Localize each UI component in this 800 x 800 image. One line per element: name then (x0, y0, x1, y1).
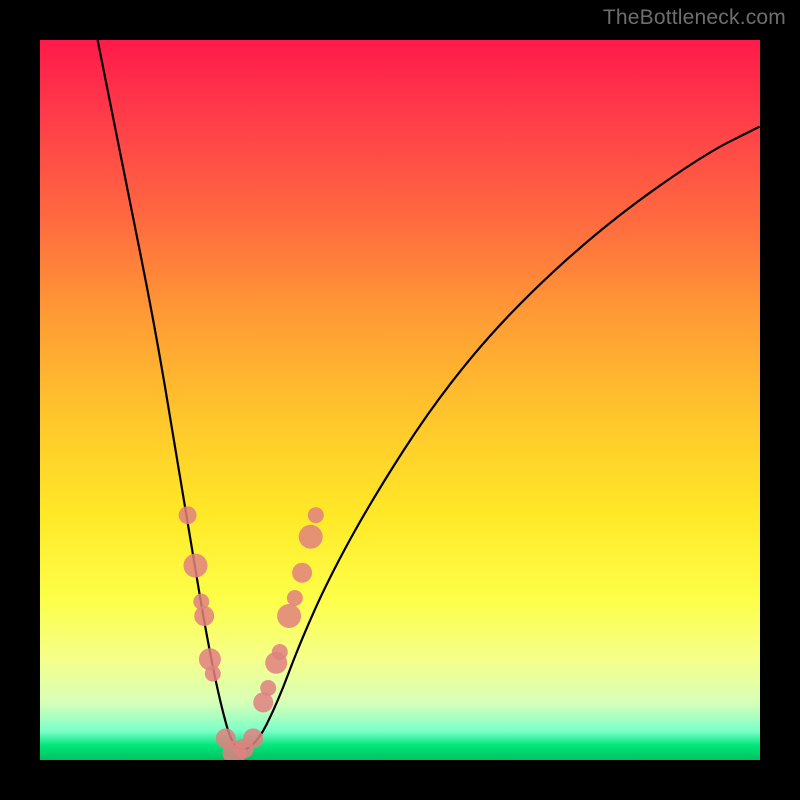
marker-dot (205, 666, 221, 682)
marker-dot (179, 506, 197, 524)
bottleneck-chart (40, 40, 760, 760)
marker-dot (194, 606, 214, 626)
watermark-text: TheBottleneck.com (603, 6, 786, 30)
marker-dot (260, 680, 276, 696)
bottleneck-curve (98, 40, 760, 750)
marker-dot (308, 507, 324, 523)
plot-area (40, 40, 760, 760)
marker-dot (299, 525, 323, 549)
marker-dot (272, 644, 288, 660)
marker-dot (243, 728, 263, 748)
marker-dots (179, 506, 324, 760)
marker-dot (277, 604, 301, 628)
marker-dot (184, 554, 208, 578)
marker-dot (292, 563, 312, 583)
marker-dot (287, 590, 303, 606)
